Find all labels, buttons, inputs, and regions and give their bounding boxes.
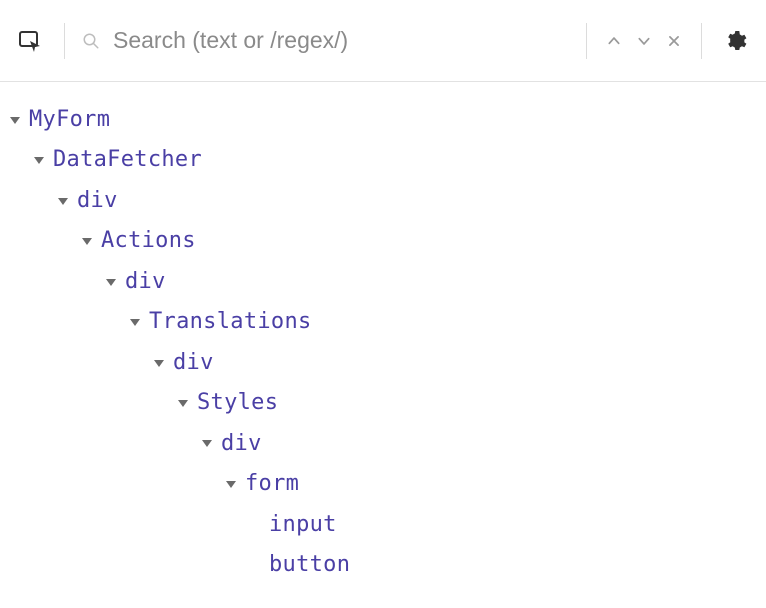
- tree-node[interactable]: MyForm: [10, 100, 766, 140]
- search-icon: [81, 31, 101, 51]
- tree-node-label: form: [245, 464, 299, 504]
- tree-node-label: input: [269, 505, 337, 545]
- tree-node[interactable]: button: [10, 545, 766, 585]
- tree-node[interactable]: div: [10, 262, 766, 302]
- caret-down-icon[interactable]: [154, 360, 164, 367]
- tree-node[interactable]: DataFetcher: [10, 140, 766, 180]
- tree-node-label: DataFetcher: [53, 140, 202, 180]
- search-prev-button[interactable]: [603, 30, 625, 52]
- caret-down-icon[interactable]: [58, 198, 68, 205]
- caret-down-icon[interactable]: [226, 481, 236, 488]
- caret-down-icon[interactable]: [178, 400, 188, 407]
- search-container: [81, 26, 570, 55]
- tree-node-label: button: [269, 545, 350, 585]
- devtools-toolbar: [0, 0, 766, 82]
- caret-down-icon[interactable]: [202, 440, 212, 447]
- tree-node-label: Translations: [149, 302, 312, 342]
- caret-down-icon[interactable]: [130, 319, 140, 326]
- tree-node-label: Styles: [197, 383, 278, 423]
- component-tree: MyForm DataFetcher div Actions div Trans…: [0, 82, 766, 586]
- tree-node[interactable]: Actions: [10, 221, 766, 261]
- search-next-button[interactable]: [633, 30, 655, 52]
- tree-node-label: div: [125, 262, 166, 302]
- tree-node[interactable]: Translations: [10, 302, 766, 342]
- tree-node-label: div: [173, 343, 214, 383]
- caret-down-icon[interactable]: [10, 117, 20, 124]
- tree-node-label: Actions: [101, 221, 196, 261]
- settings-icon[interactable]: [722, 28, 748, 54]
- tree-node-label: div: [77, 181, 118, 221]
- caret-down-icon[interactable]: [34, 157, 44, 164]
- search-close-button[interactable]: [663, 30, 685, 52]
- toolbar-separator: [586, 23, 587, 59]
- tree-node[interactable]: input: [10, 505, 766, 545]
- tree-node[interactable]: form: [10, 464, 766, 504]
- tree-node[interactable]: div: [10, 424, 766, 464]
- tree-node-label: div: [221, 424, 262, 464]
- tree-node[interactable]: div: [10, 181, 766, 221]
- tree-node[interactable]: Styles: [10, 383, 766, 423]
- tree-node-label: MyForm: [29, 100, 110, 140]
- caret-down-icon[interactable]: [106, 279, 116, 286]
- tree-node[interactable]: div: [10, 343, 766, 383]
- search-input[interactable]: [111, 26, 570, 55]
- toolbar-separator: [701, 23, 702, 59]
- toolbar-separator: [64, 23, 65, 59]
- element-picker-icon[interactable]: [18, 29, 42, 53]
- caret-down-icon[interactable]: [82, 238, 92, 245]
